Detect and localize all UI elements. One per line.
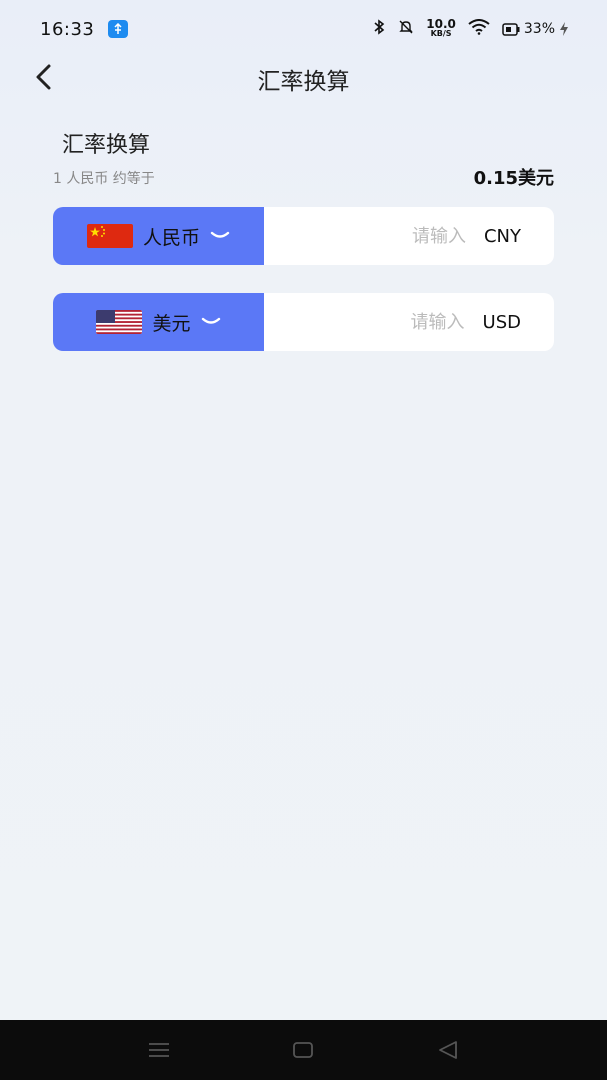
mute-icon [398,19,414,39]
net-speed-unit: KB/S [430,29,452,38]
app-notification-icon [108,20,129,38]
system-nav-bar [0,1020,607,1080]
currency-code-cny: CNY [483,225,521,247]
home-icon [293,1042,313,1058]
rate-description: 1 人民币 约等于 [53,171,155,187]
currency-row-cny: 人民币 CNY [53,207,554,265]
charging-icon [560,22,568,36]
amount-area-usd: USD [264,293,554,351]
status-icons: 10.0 KB/S 33% [372,17,569,39]
chevron-down-icon [201,317,220,324]
battery-indicator: 33% [502,21,569,37]
bluetooth-icon [372,19,386,39]
triangle-back-icon [439,1041,457,1059]
us-flag-icon [96,310,143,334]
currency-name-cny: 人民币 [142,226,200,249]
amount-area-cny: CNY [264,207,554,265]
currency-name-usd: 美元 [152,312,191,335]
amount-input-usd[interactable] [344,311,465,333]
china-flag-icon [86,224,133,248]
status-bar: 16:33 10.0 KB/S 33% [0,0,607,58]
amount-input-cny[interactable] [345,225,466,247]
menu-icon [149,1043,169,1057]
page-title: 汇率换算 [257,69,350,95]
currency-row-usd: 美元 USD [53,293,554,351]
currency-selector-usd[interactable]: 美元 [53,293,264,351]
network-speed: 10.0 KB/S [426,17,456,39]
system-back-button[interactable] [435,1038,461,1062]
nav-bar: 汇率换算 [0,58,607,98]
currency-selector-cny[interactable]: 人民币 [53,207,264,265]
recent-apps-button[interactable] [146,1038,172,1062]
net-speed-value: 10.0 [426,17,456,31]
rate-value: 0.15美元 [473,168,554,189]
battery-icon [502,22,520,36]
chevron-down-icon [210,231,230,238]
home-button[interactable] [290,1038,316,1062]
section-title: 汇率换算 [62,133,151,158]
wifi-icon [468,19,490,39]
currency-code-usd: USD [482,311,521,333]
status-time: 16:33 [40,18,95,40]
battery-percent: 33% [523,21,555,37]
